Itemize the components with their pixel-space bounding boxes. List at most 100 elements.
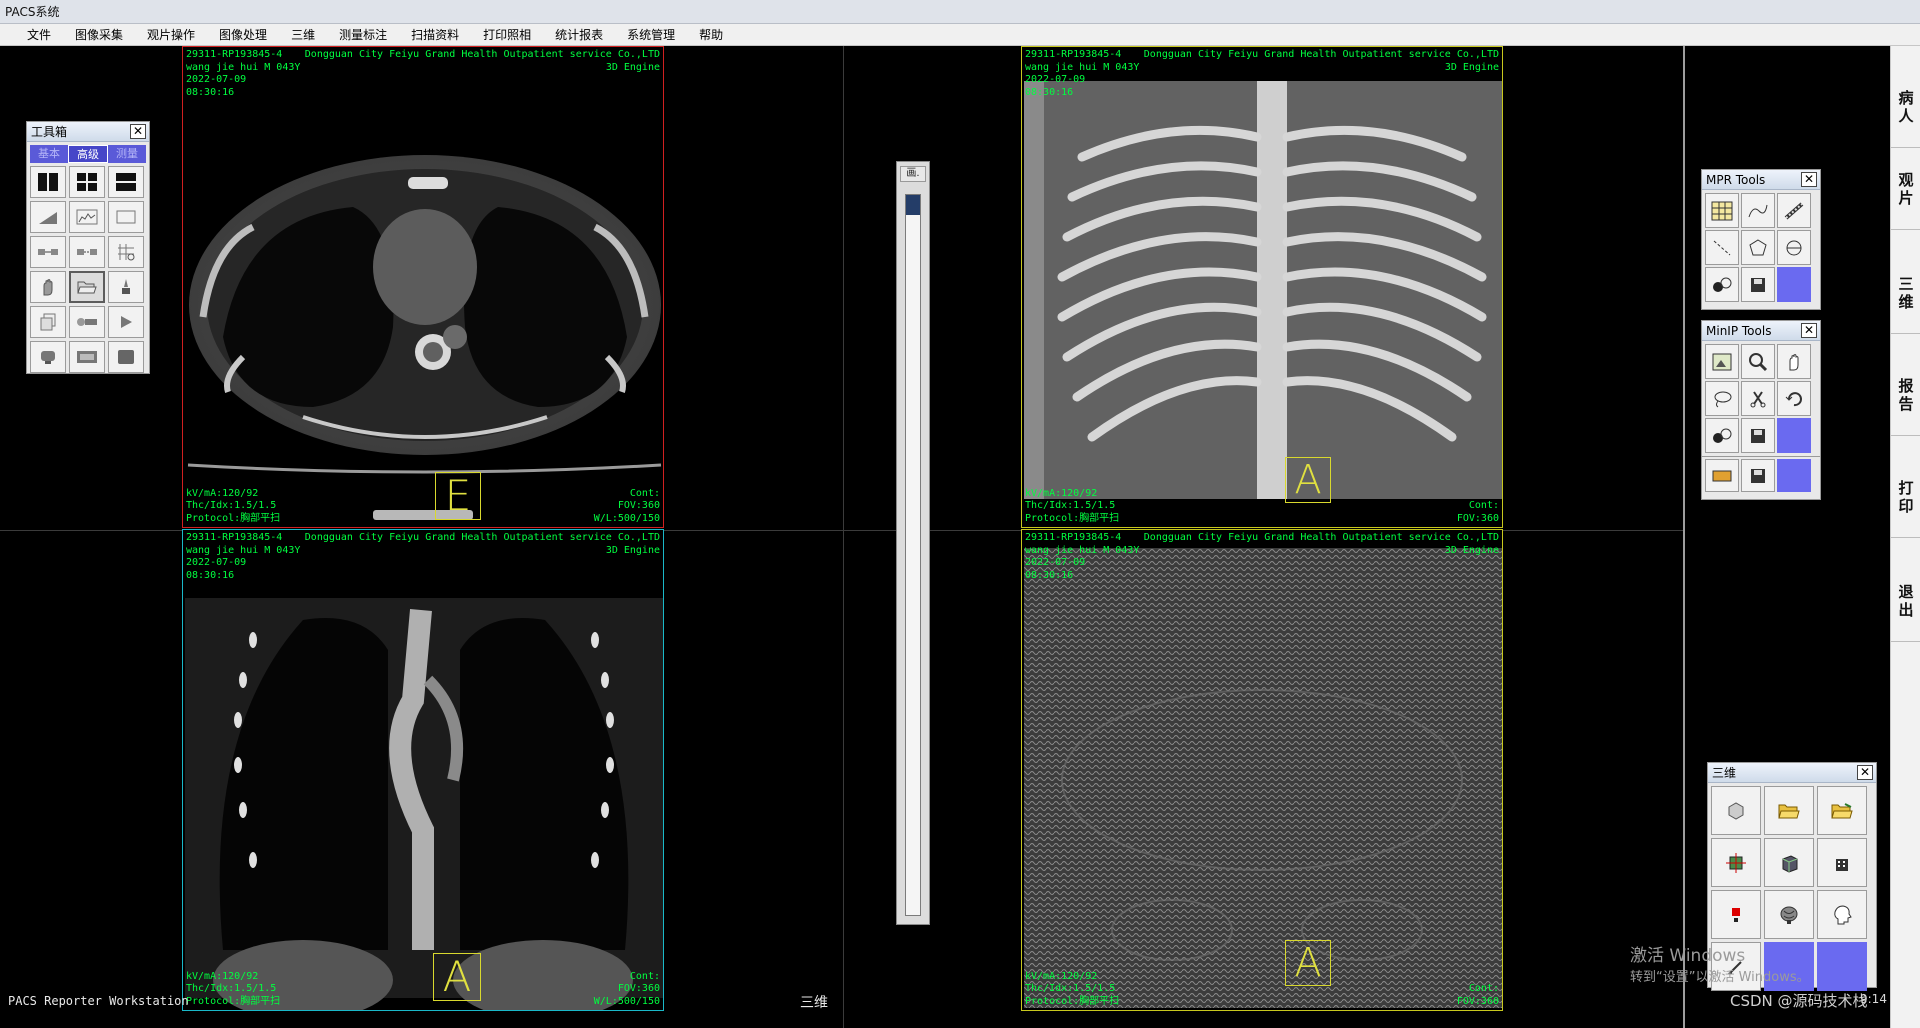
rotate-3d-icon[interactable] xyxy=(1777,230,1811,265)
viewport-coronal[interactable]: 29311-RP193845-4 wang jie hui M 043Y 202… xyxy=(182,529,664,1011)
undo-icon[interactable] xyxy=(1777,381,1811,416)
layout-2x2-icon[interactable] xyxy=(69,166,105,198)
hand-icon[interactable] xyxy=(30,271,66,303)
tab-measure[interactable]: 测量 xyxy=(108,145,146,163)
overlay-top-right: Dongguan City Feiyu Grand Health Outpati… xyxy=(1143,49,1499,73)
histogram-icon[interactable] xyxy=(69,201,105,233)
overlay-top-right: Dongguan City Feiyu Grand Health Outpati… xyxy=(304,532,660,556)
slice-scroll-thumb[interactable] xyxy=(906,195,920,215)
menu-reports[interactable]: 统计报表 xyxy=(543,24,615,46)
minip-ct-image xyxy=(1024,548,1502,1008)
vr-3d-close-button[interactable]: ✕ xyxy=(1857,765,1873,780)
viewport-axial[interactable]: 29311-RP193845-4 wang jie hui M 043Y 202… xyxy=(182,46,664,528)
rail-report-button[interactable]: 报 告 xyxy=(1891,354,1920,436)
rail-print-button[interactable]: 打 印 xyxy=(1891,456,1920,538)
menu-3d[interactable]: 三维 xyxy=(279,24,327,46)
link-series-icon[interactable] xyxy=(69,236,105,268)
curve-measure-icon[interactable] xyxy=(1741,193,1775,228)
rail-patient-button[interactable]: 病 人 xyxy=(1891,66,1920,148)
marker-icon[interactable] xyxy=(1711,890,1761,939)
mpr-tools-title-bar[interactable]: MPR Tools ✕ xyxy=(1702,170,1820,190)
overlay-bottom-left: kV/mA:120/92 Thc/Idx:1.5/1.5 Protocol:胸部… xyxy=(186,487,281,524)
layout-2x1-icon[interactable] xyxy=(108,166,144,198)
toolbox-close-button[interactable]: ✕ xyxy=(130,124,146,139)
viewport-mip[interactable]: 29311-RP193845-4 wang jie hui M 043Y 202… xyxy=(1021,46,1503,528)
rail-exit-button[interactable]: 退 出 xyxy=(1891,560,1920,642)
toolbox-tabs: 基本 高级 测量 xyxy=(30,145,146,163)
menu-image-processing[interactable]: 图像处理 xyxy=(207,24,279,46)
cine-icon[interactable] xyxy=(69,306,105,338)
viewport-minip[interactable]: 29311-RP193845-4 wang jie hui M 043Y 202… xyxy=(1021,529,1503,1011)
clock-time: 9:14 xyxy=(1860,992,1887,1006)
minip-tools-grid xyxy=(1702,341,1820,456)
image-frame-icon[interactable] xyxy=(1705,344,1739,379)
brain-icon[interactable] xyxy=(1764,890,1814,939)
menu-image-capture[interactable]: 图像采集 xyxy=(63,24,135,46)
minip-tools-close-button[interactable]: ✕ xyxy=(1801,323,1817,338)
menu-system[interactable]: 系统管理 xyxy=(615,24,687,46)
menu-view-ops[interactable]: 观片操作 xyxy=(135,24,207,46)
open-folder-2-icon[interactable] xyxy=(1817,786,1867,835)
film-icon[interactable] xyxy=(69,341,105,373)
save-icon[interactable] xyxy=(1741,459,1775,492)
cube-icon[interactable] xyxy=(1764,838,1814,887)
overlay-bottom-left: kV/mA:120/92 Thc/Idx:1.5/1.5 Protocol:胸部… xyxy=(186,970,281,1007)
csdn-watermark: CSDN @源码技术栈 xyxy=(1730,992,1868,1010)
ruler-icon[interactable] xyxy=(1777,193,1811,228)
pan-hand-icon[interactable] xyxy=(1777,344,1811,379)
rotate-cube-icon[interactable] xyxy=(1741,230,1775,265)
layout-1x2-icon[interactable] xyxy=(30,166,66,198)
sphere-icon[interactable] xyxy=(1705,267,1739,302)
vr-3d-title-bar[interactable]: 三维 ✕ xyxy=(1708,763,1876,783)
rail-3d-button[interactable]: 三 维 xyxy=(1891,252,1920,334)
grid-icon[interactable] xyxy=(1705,193,1739,228)
open-folder-icon[interactable] xyxy=(69,271,105,303)
menu-scan-data[interactable]: 扫描资料 xyxy=(399,24,471,46)
zoom-icon[interactable] xyxy=(1741,344,1775,379)
overlay-bottom-left: kV/mA:120/92 Thc/Idx:1.5/1.5 Protocol:胸部… xyxy=(1025,970,1120,1007)
tab-basic[interactable]: 基本 xyxy=(30,145,68,163)
menu-help[interactable]: 帮助 xyxy=(687,24,735,46)
minip-tools-palette[interactable]: MinIP Tools ✕ xyxy=(1701,320,1821,500)
overlay-top-left: 29311-RP193845-4 wang jie hui M 043Y 202… xyxy=(1025,49,1140,98)
menu-print[interactable]: 打印照相 xyxy=(471,24,543,46)
save-icon[interactable] xyxy=(1741,267,1775,302)
tab-advanced[interactable]: 高级 xyxy=(68,145,108,163)
toolbox-title-bar[interactable]: 工具箱 ✕ xyxy=(27,122,149,142)
series-scroll-strip[interactable]: 画. xyxy=(896,161,930,925)
label-icon[interactable] xyxy=(1705,459,1739,492)
compare-icon[interactable] xyxy=(30,236,66,268)
mpr-tools-palette[interactable]: MPR Tools ✕ xyxy=(1701,169,1821,310)
slope-line-icon[interactable] xyxy=(1705,230,1739,265)
brush-icon[interactable] xyxy=(108,271,144,303)
mpr-tools-close-button[interactable]: ✕ xyxy=(1801,172,1817,187)
minip-tools-title: MinIP Tools xyxy=(1706,324,1772,338)
monitor-icon[interactable] xyxy=(108,341,144,373)
mip-ct-image xyxy=(1024,81,1502,499)
toolbox-palette[interactable]: 工具箱 ✕ 基本 高级 测量 xyxy=(26,121,150,374)
overlay-bottom-right: Cont: FOV:360 xyxy=(1456,500,1499,524)
head-icon[interactable] xyxy=(1817,890,1867,939)
minip-tools-title-bar[interactable]: MinIP Tools ✕ xyxy=(1702,321,1820,341)
open-folder-icon[interactable] xyxy=(1764,786,1814,835)
building-icon[interactable] xyxy=(1817,838,1867,887)
grid-crop-icon[interactable] xyxy=(108,236,144,268)
stamp-icon[interactable] xyxy=(30,341,66,373)
ramp-icon[interactable] xyxy=(30,201,66,233)
menu-measure[interactable]: 测量标注 xyxy=(327,24,399,46)
copy-icon[interactable] xyxy=(30,306,66,338)
crosshair-cube-icon[interactable] xyxy=(1711,838,1761,887)
orientation-marker: A xyxy=(433,953,481,1001)
menu-file[interactable]: 文件 xyxy=(15,24,63,46)
rect-roi-icon[interactable] xyxy=(108,201,144,233)
play-icon[interactable] xyxy=(108,306,144,338)
save-icon[interactable] xyxy=(1741,418,1775,453)
lasso-icon[interactable] xyxy=(1705,381,1739,416)
scissors-icon[interactable] xyxy=(1741,381,1775,416)
rail-view-button[interactable]: 观 片 xyxy=(1891,148,1920,230)
slice-scrollbar[interactable] xyxy=(905,194,921,916)
status-mode: 三维 xyxy=(800,995,828,1011)
scroll-strip-header[interactable]: 画. xyxy=(900,166,926,182)
sphere-icon[interactable] xyxy=(1705,418,1739,453)
volume-icon[interactable] xyxy=(1711,786,1761,835)
